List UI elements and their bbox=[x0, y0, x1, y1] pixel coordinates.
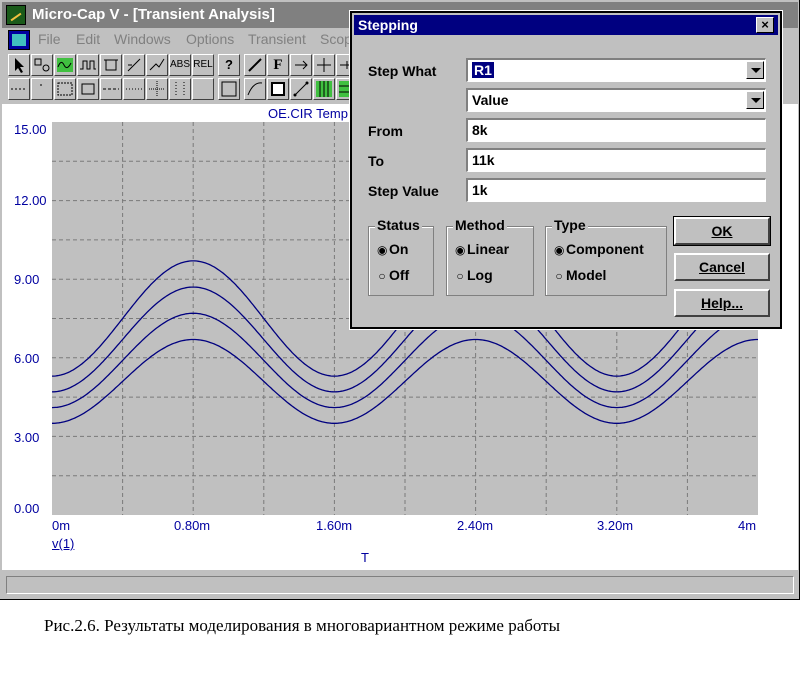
from-label: From bbox=[368, 123, 403, 139]
method-group-title: Method bbox=[453, 217, 507, 233]
radio-selected-icon: ◉ bbox=[554, 243, 565, 257]
cancel-button[interactable]: Cancel bbox=[674, 253, 770, 281]
status-bar bbox=[6, 576, 794, 594]
status-group: Status ◉ On ○ Off bbox=[368, 217, 434, 296]
step-what-label: Step What bbox=[368, 63, 437, 79]
parameter-select[interactable]: Value bbox=[466, 88, 766, 112]
step-value-field[interactable]: 1k bbox=[466, 178, 766, 202]
y-tick-label: 15.00 bbox=[14, 122, 47, 137]
status-off-radio[interactable]: ○ Off bbox=[377, 267, 409, 283]
status-on-label: On bbox=[389, 241, 409, 257]
status-off-label: Off bbox=[389, 267, 410, 283]
radio-empty-icon: ○ bbox=[456, 269, 464, 283]
method-group: Method ◉ Linear ○ Log bbox=[446, 217, 534, 296]
type-group-title: Type bbox=[552, 217, 588, 233]
type-group: Type ◉ Component ○ Model bbox=[545, 217, 667, 296]
step-what-value: R1 bbox=[472, 62, 494, 78]
chevron-down-icon[interactable] bbox=[746, 91, 764, 109]
stepping-dialog: Stepping × Step What R1 Value From 8k To… bbox=[349, 10, 783, 330]
dialog-title: Stepping bbox=[358, 17, 418, 33]
type-component-radio[interactable]: ◉ Component bbox=[554, 241, 644, 257]
status-group-title: Status bbox=[375, 217, 422, 233]
x-axis-label: T bbox=[361, 550, 369, 565]
radio-selected-icon: ◉ bbox=[377, 243, 388, 257]
method-linear-label: Linear bbox=[467, 241, 510, 257]
chevron-down-icon[interactable] bbox=[746, 61, 764, 79]
x-tick-label: 2.40m bbox=[457, 518, 494, 533]
x-tick-label: 1.60m bbox=[316, 518, 353, 533]
type-model-radio[interactable]: ○ Model bbox=[554, 267, 606, 283]
radio-empty-icon: ○ bbox=[378, 269, 386, 283]
parameter-value: Value bbox=[472, 92, 509, 108]
radio-selected-icon: ◉ bbox=[455, 243, 466, 257]
method-log-radio[interactable]: ○ Log bbox=[455, 267, 493, 283]
y-tick-label: 9.00 bbox=[14, 272, 40, 287]
type-model-label: Model bbox=[566, 267, 607, 283]
y-tick-label: 0.00 bbox=[14, 501, 40, 516]
method-log-label: Log bbox=[467, 267, 493, 283]
figure-caption: Рис.2.6. Результаты моделирования в мног… bbox=[44, 616, 561, 635]
x-tick-label: 4m bbox=[738, 518, 757, 533]
step-value-label: Step Value bbox=[368, 183, 439, 199]
to-field[interactable]: 11k bbox=[466, 148, 766, 172]
from-field[interactable]: 8k bbox=[466, 118, 766, 142]
close-icon[interactable]: × bbox=[756, 17, 774, 33]
type-component-label: Component bbox=[566, 241, 644, 257]
to-label: To bbox=[368, 153, 385, 169]
method-linear-radio[interactable]: ◉ Linear bbox=[455, 241, 509, 257]
y-tick-label: 12.00 bbox=[14, 193, 47, 208]
ok-button[interactable]: OK bbox=[673, 216, 771, 246]
step-what-select[interactable]: R1 bbox=[466, 58, 766, 82]
help-dialog-button[interactable]: Help... bbox=[674, 289, 770, 317]
y-tick-label: 3.00 bbox=[14, 430, 40, 445]
dialog-titlebar[interactable]: Stepping × bbox=[354, 15, 778, 35]
radio-empty-icon: ○ bbox=[555, 269, 563, 283]
status-on-radio[interactable]: ◉ On bbox=[377, 241, 408, 257]
x-tick-label: 3.20m bbox=[597, 518, 634, 533]
trace-label[interactable]: v(1) bbox=[52, 536, 74, 551]
x-tick-label: 0m bbox=[52, 518, 71, 533]
plot-title: OE.CIR Temp bbox=[268, 106, 348, 121]
y-tick-label: 6.00 bbox=[14, 351, 40, 366]
x-tick-label: 0.80m bbox=[174, 518, 211, 533]
